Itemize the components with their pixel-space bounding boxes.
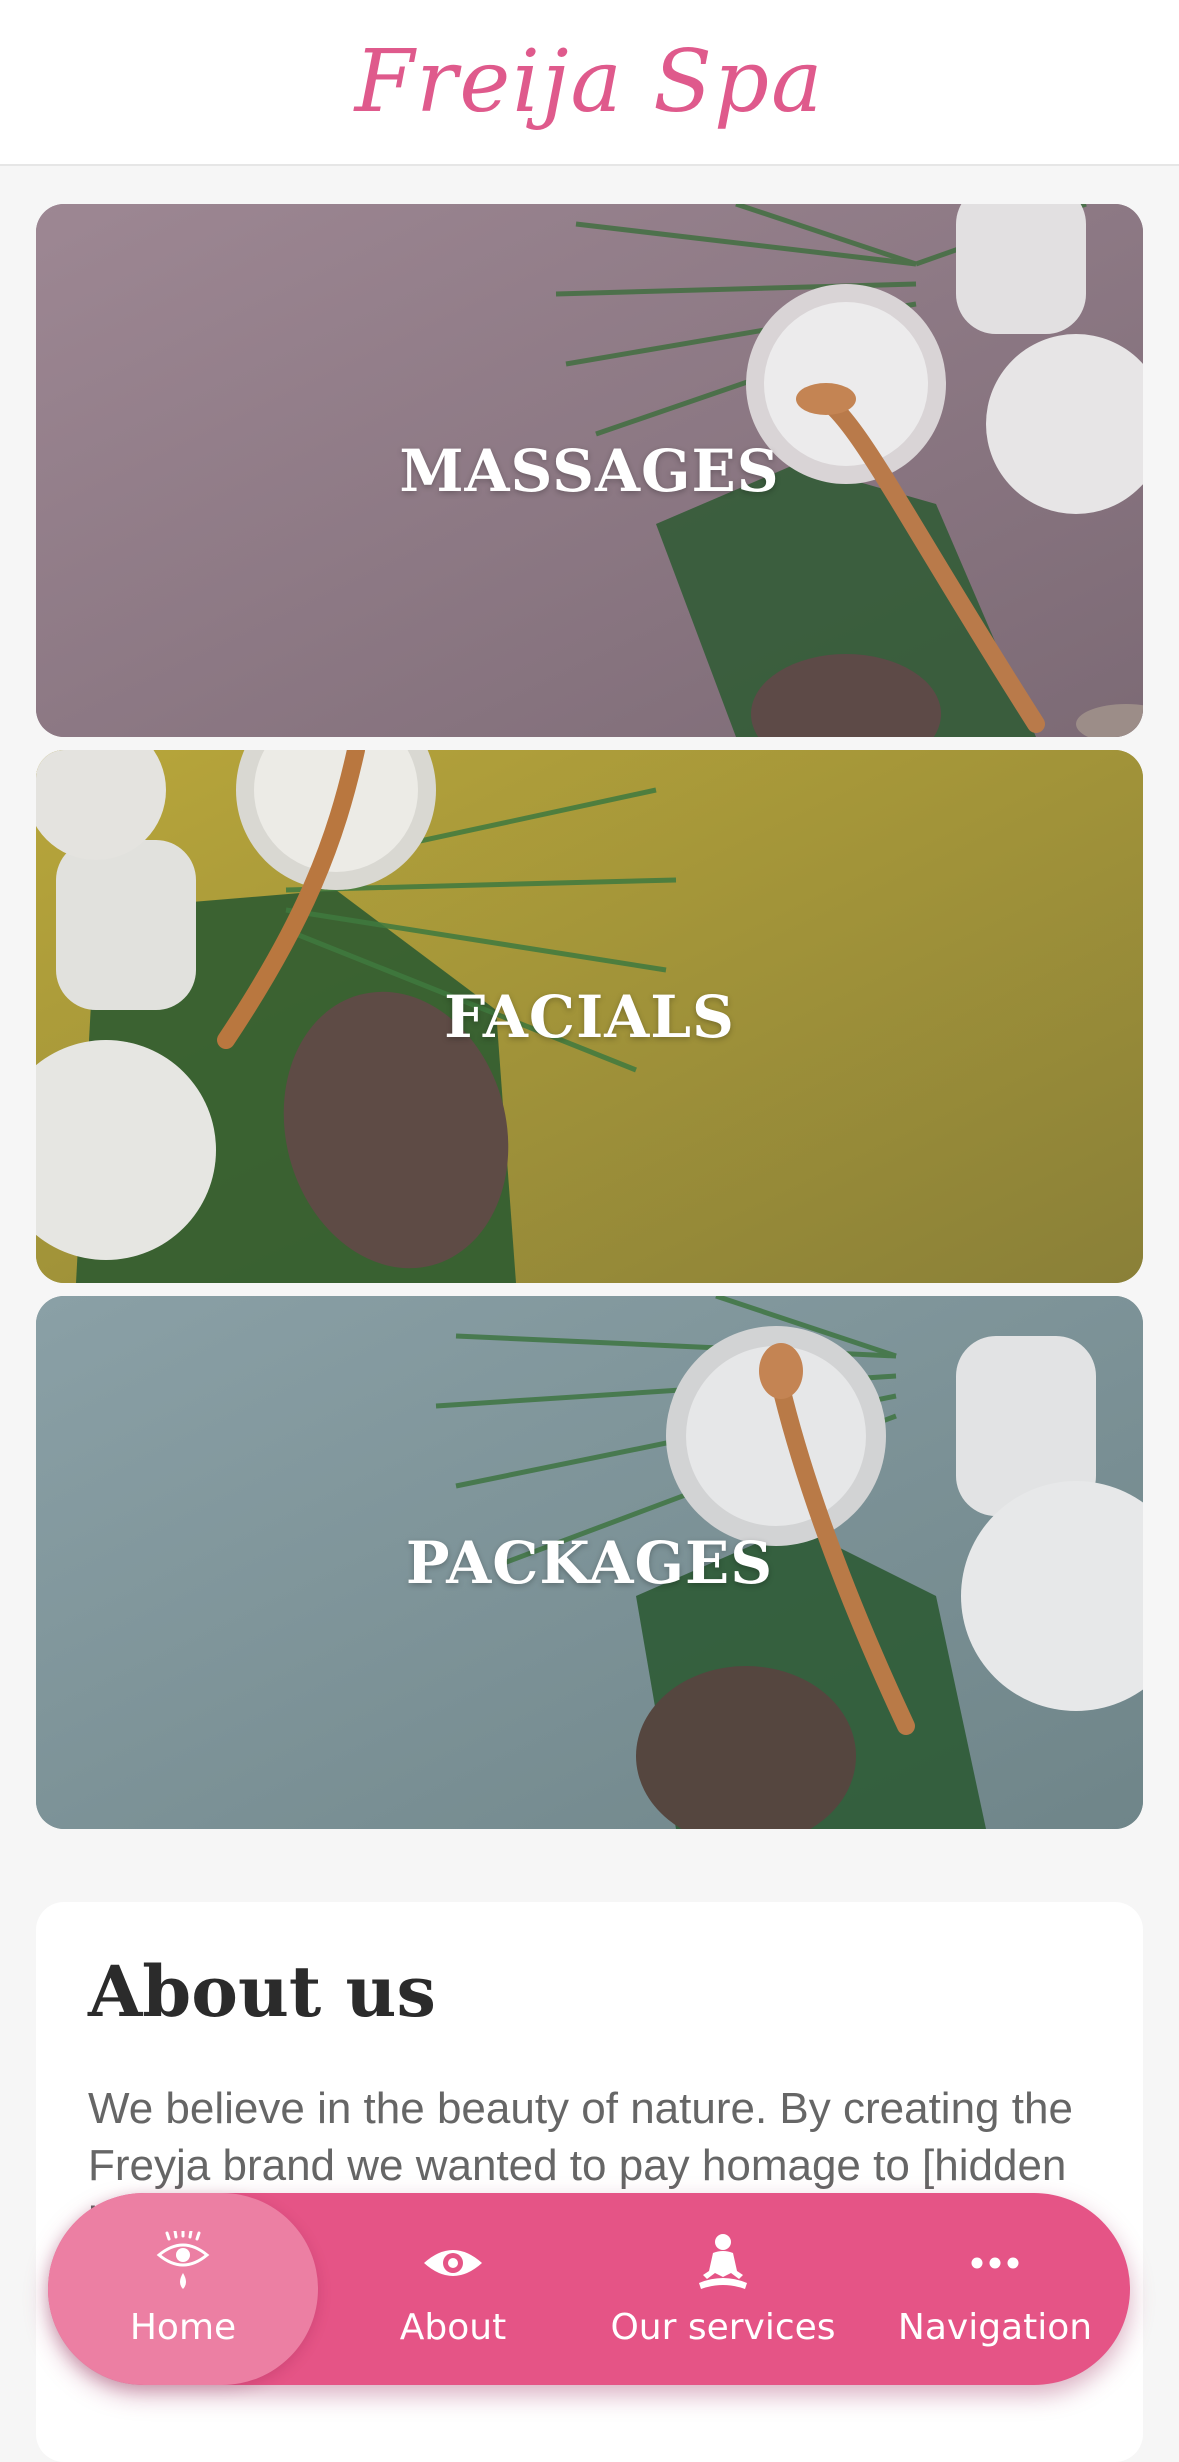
category-card-facials[interactable]: FACIALS <box>36 750 1143 1283</box>
about-title: About us <box>88 1950 436 2033</box>
category-label: MASSAGES <box>399 436 780 505</box>
nav-item-our-services[interactable]: Our services <box>588 2193 858 2385</box>
category-card-packages[interactable]: PACKAGES <box>36 1296 1143 1829</box>
nav-label: Navigation <box>897 2306 1093 2348</box>
category-label: PACKAGES <box>405 1528 774 1597</box>
brand-logo[interactable]: Freija Spa <box>355 32 825 132</box>
eye-icon <box>422 2231 484 2295</box>
nav-item-home[interactable]: Home <box>48 2193 318 2385</box>
app-header: Freija Spa <box>0 0 1179 166</box>
meditation-icon <box>695 2231 751 2295</box>
nav-item-navigation[interactable]: Navigation <box>860 2193 1130 2385</box>
nav-label: About <box>399 2306 507 2348</box>
more-dots-icon <box>970 2231 1020 2295</box>
bottom-navigation: Home About Our services Navigation <box>48 2193 1130 2385</box>
category-label: FACIALS <box>444 982 735 1051</box>
nav-label: Home <box>129 2306 237 2348</box>
eye-drop-icon <box>155 2230 211 2295</box>
nav-item-about[interactable]: About <box>318 2193 588 2385</box>
nav-label: Our services <box>610 2306 836 2348</box>
category-card-massages[interactable]: MASSAGES <box>36 204 1143 737</box>
